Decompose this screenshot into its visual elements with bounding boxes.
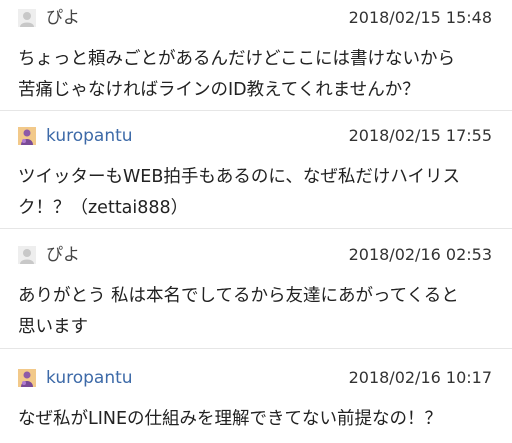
- comment-username-link[interactable]: kuropantu: [46, 126, 133, 146]
- comment-body: ちょっと頼みごとがあるんだけどここには書けないから 苦痛じゃなければラインのID…: [18, 49, 455, 100]
- default-user-icon: [18, 9, 36, 27]
- comment-timestamp: 2018/02/15 15:48: [348, 8, 492, 27]
- comment-header: kuropantu 2018/02/15 17:55: [0, 126, 512, 148]
- comment-body: ツイッターもWEB拍手もあるのに、なぜ私だけハイリス ク！？（zettai888…: [18, 167, 460, 218]
- comment-username-link[interactable]: kuropantu: [46, 368, 133, 388]
- comment-body: ありがとう 私は本名でしてるから友達にあがってくると 思います: [18, 286, 459, 337]
- comment-header: ぴよ 2018/02/16 02:53: [0, 245, 512, 267]
- divider: [0, 348, 512, 349]
- comment-timestamp: 2018/02/16 10:17: [348, 368, 492, 387]
- comment-username: ぴよ: [46, 245, 80, 265]
- comment-body: なぜ私がLINEの仕組みを理解できてない前提なの！？: [18, 409, 443, 429]
- comment-timestamp: 2018/02/15 17:55: [348, 126, 492, 145]
- comment-header: ぴよ 2018/02/15 15:48: [0, 8, 512, 30]
- comment-header: kuropantu 2018/02/16 10:17: [0, 368, 512, 390]
- default-user-icon: [18, 246, 36, 264]
- divider: [0, 228, 512, 229]
- user-profile-icon[interactable]: [18, 127, 36, 145]
- divider: [0, 110, 512, 111]
- comment-username: ぴよ: [46, 8, 80, 28]
- user-profile-icon[interactable]: [18, 369, 36, 387]
- comment-timestamp: 2018/02/16 02:53: [348, 245, 492, 264]
